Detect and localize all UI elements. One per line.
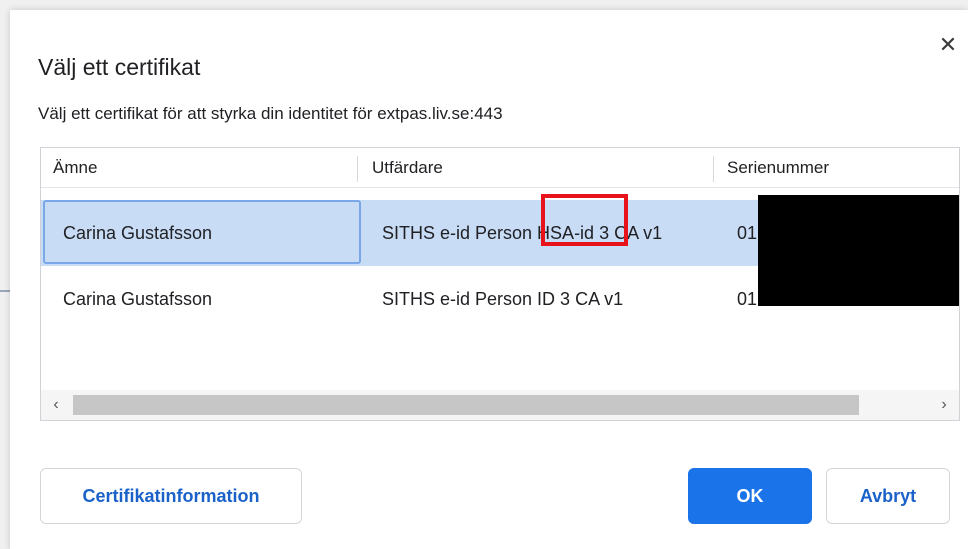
column-separator[interactable] xyxy=(357,156,358,182)
horizontal-scrollbar[interactable]: ‹ › xyxy=(41,390,959,420)
dialog-title: Välj ett certifikat xyxy=(38,54,201,80)
cancel-button[interactable]: Avbryt xyxy=(826,468,950,524)
background-divider xyxy=(0,290,10,292)
cell-subject: Carina Gustafsson xyxy=(63,289,213,309)
dialog-description: Välj ett certifikat för att styrka din i… xyxy=(38,104,503,123)
column-header-issuer[interactable]: Utfärdare xyxy=(372,148,443,188)
column-header-serial[interactable]: Serienummer xyxy=(727,148,829,188)
scrollbar-thumb[interactable] xyxy=(73,395,859,415)
annotation-highlight-box xyxy=(541,194,628,246)
scroll-right-icon[interactable]: › xyxy=(929,390,959,420)
column-separator[interactable] xyxy=(713,156,714,182)
cell-serial: 01 xyxy=(737,289,758,309)
cell-subject: Carina Gustafsson xyxy=(63,223,213,243)
certificate-table: Ämne Utfärdare Serienummer Carina Gustaf… xyxy=(40,147,960,421)
table-header: Ämne Utfärdare Serienummer xyxy=(41,148,959,188)
ok-button[interactable]: OK xyxy=(688,468,812,524)
redaction-block xyxy=(758,195,959,306)
cell-serial: 01 xyxy=(737,223,758,243)
close-icon[interactable]: ✕ xyxy=(935,32,961,58)
column-header-subject[interactable]: Ämne xyxy=(53,148,97,188)
cell-issuer: SITHS e-id Person ID 3 CA v1 xyxy=(382,289,624,309)
certificate-dialog: ✕ Välj ett certifikat Välj ett certifika… xyxy=(10,10,968,549)
certificate-info-button[interactable]: Certifikatinformation xyxy=(40,468,302,524)
scroll-left-icon[interactable]: ‹ xyxy=(41,390,71,420)
